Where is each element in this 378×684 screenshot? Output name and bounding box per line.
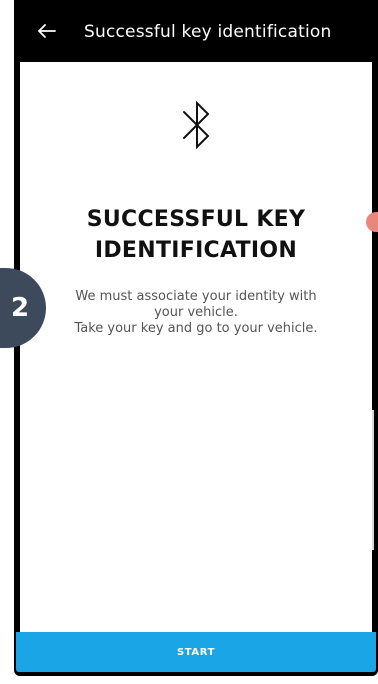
instruction-text: We must associate your identity with you… xyxy=(20,289,372,337)
app-header: Successful key identification xyxy=(14,0,378,62)
page-title: Successful key identification xyxy=(84,22,332,42)
screenshot: Successful key identification SUCCESSFUL… xyxy=(0,0,378,684)
instruction-line2: your vehicle. xyxy=(154,305,238,320)
start-button[interactable]: START xyxy=(16,632,376,672)
main-content: SUCCESSFUL KEY IDENTIFICATION We must as… xyxy=(20,62,372,632)
bluetooth-icon xyxy=(183,100,210,150)
edge-scroll-line xyxy=(372,410,374,550)
instruction-line1: We must associate your identity with xyxy=(75,289,317,304)
start-button-label: START xyxy=(176,646,216,658)
phone-frame: Successful key identification SUCCESSFUL… xyxy=(14,0,378,676)
success-heading-line2: IDENTIFICATION xyxy=(94,238,298,263)
success-heading: SUCCESSFUL KEY IDENTIFICATION xyxy=(20,204,372,266)
instruction-line3: Take your key and go to your vehicle. xyxy=(74,321,318,336)
back-arrow-icon[interactable] xyxy=(36,20,58,42)
success-heading-line1: SUCCESSFUL KEY xyxy=(86,207,306,232)
step-number: 2 xyxy=(10,293,30,323)
